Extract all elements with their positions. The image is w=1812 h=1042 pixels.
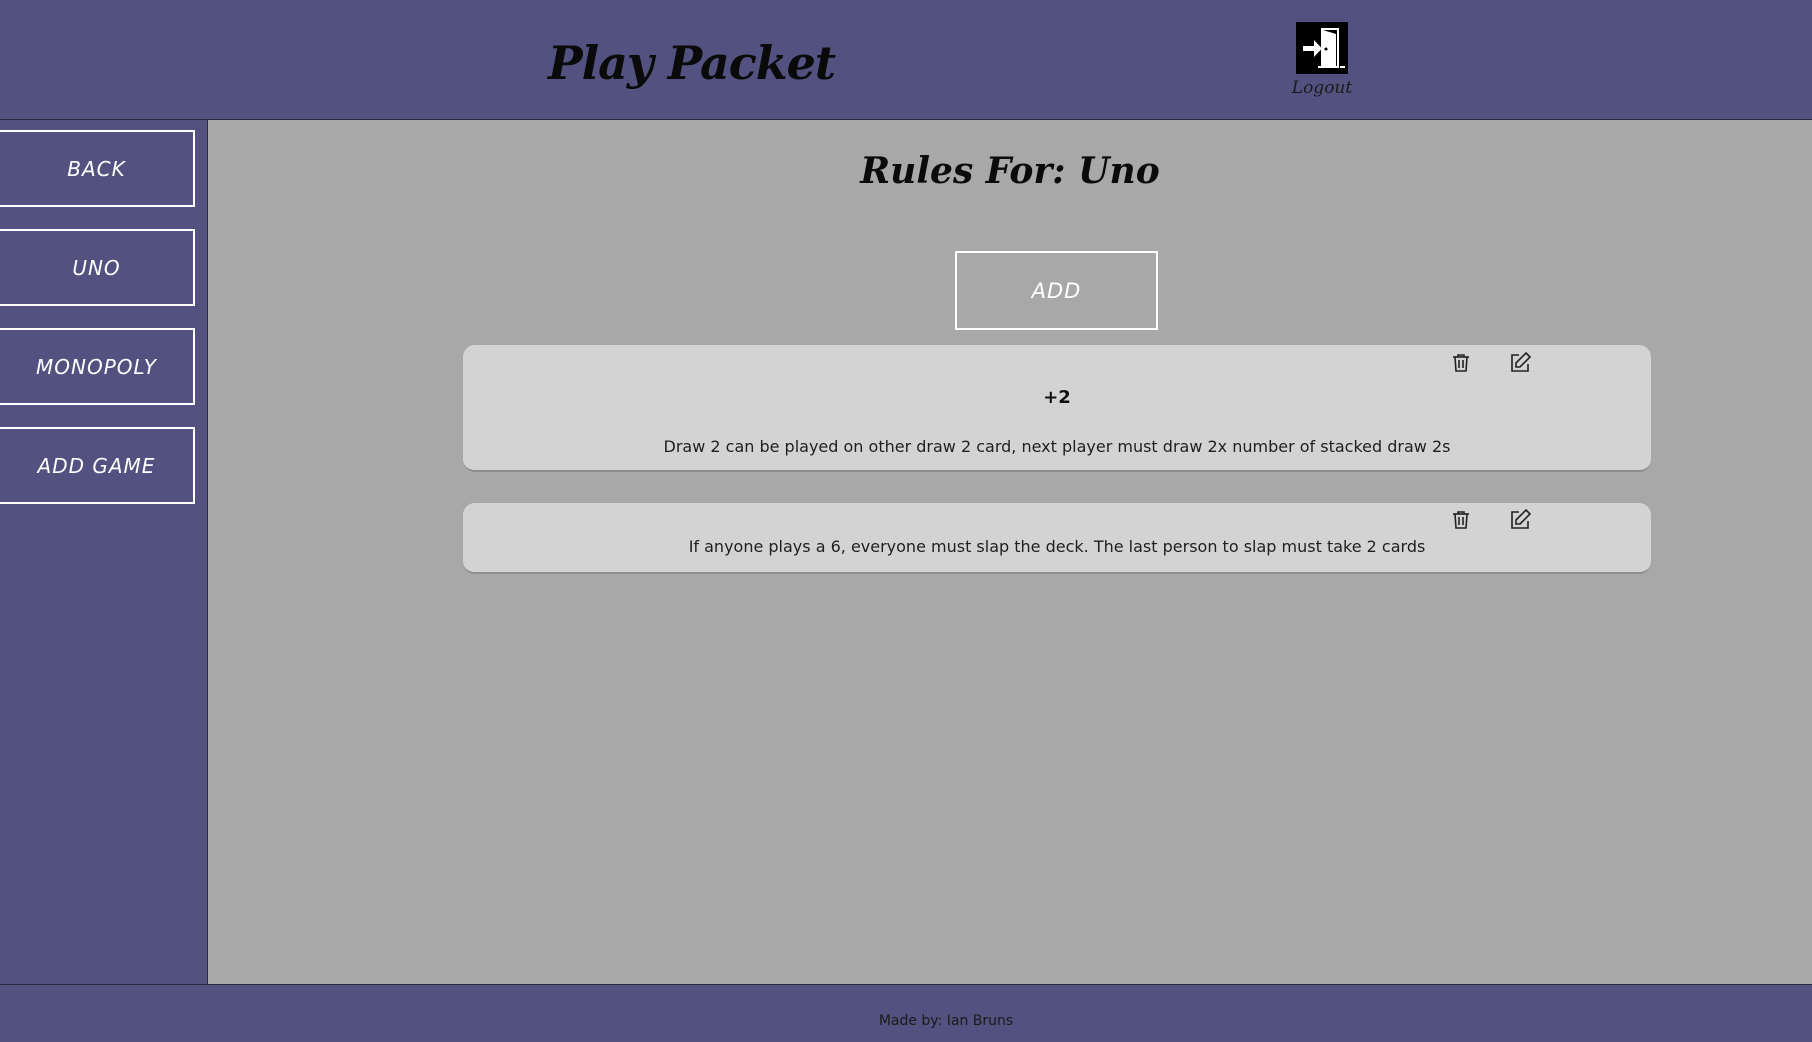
- logout-button[interactable]: Logout: [1280, 22, 1364, 98]
- sidebar-item-back[interactable]: BACK: [0, 130, 195, 207]
- edit-icon[interactable]: [1508, 508, 1532, 532]
- app-title: Play Packet: [548, 36, 836, 90]
- rule-title: +2: [1043, 387, 1071, 408]
- sidebar-item-uno[interactable]: UNO: [0, 229, 195, 306]
- logout-label[interactable]: Logout: [1280, 78, 1364, 98]
- rule-description: Draw 2 can be played on other draw 2 car…: [663, 437, 1451, 456]
- rule-description: If anyone plays a 6, everyone must slap …: [688, 537, 1426, 556]
- page-title: Rules For: Uno: [860, 150, 1160, 192]
- add-rule-button[interactable]: ADD: [955, 251, 1158, 330]
- exit-door-icon[interactable]: [1296, 22, 1348, 74]
- sidebar-item-add-game[interactable]: ADD GAME: [0, 427, 195, 504]
- rule-card: If anyone plays a 6, everyone must slap …: [463, 503, 1651, 574]
- footer: Made by: Ian Bruns: [0, 984, 1812, 1042]
- trash-icon[interactable]: [1449, 351, 1473, 375]
- footer-credit: Made by: Ian Bruns: [878, 1013, 1014, 1029]
- trash-icon[interactable]: [1449, 508, 1473, 532]
- header: Play Packet Logout: [0, 0, 1812, 120]
- sidebar: BACK UNO MONOPOLY ADD GAME: [0, 120, 208, 984]
- sidebar-item-monopoly[interactable]: MONOPOLY: [0, 328, 195, 405]
- rule-card: +2 Draw 2 can be played on other draw 2 …: [463, 345, 1651, 472]
- edit-icon[interactable]: [1508, 351, 1532, 375]
